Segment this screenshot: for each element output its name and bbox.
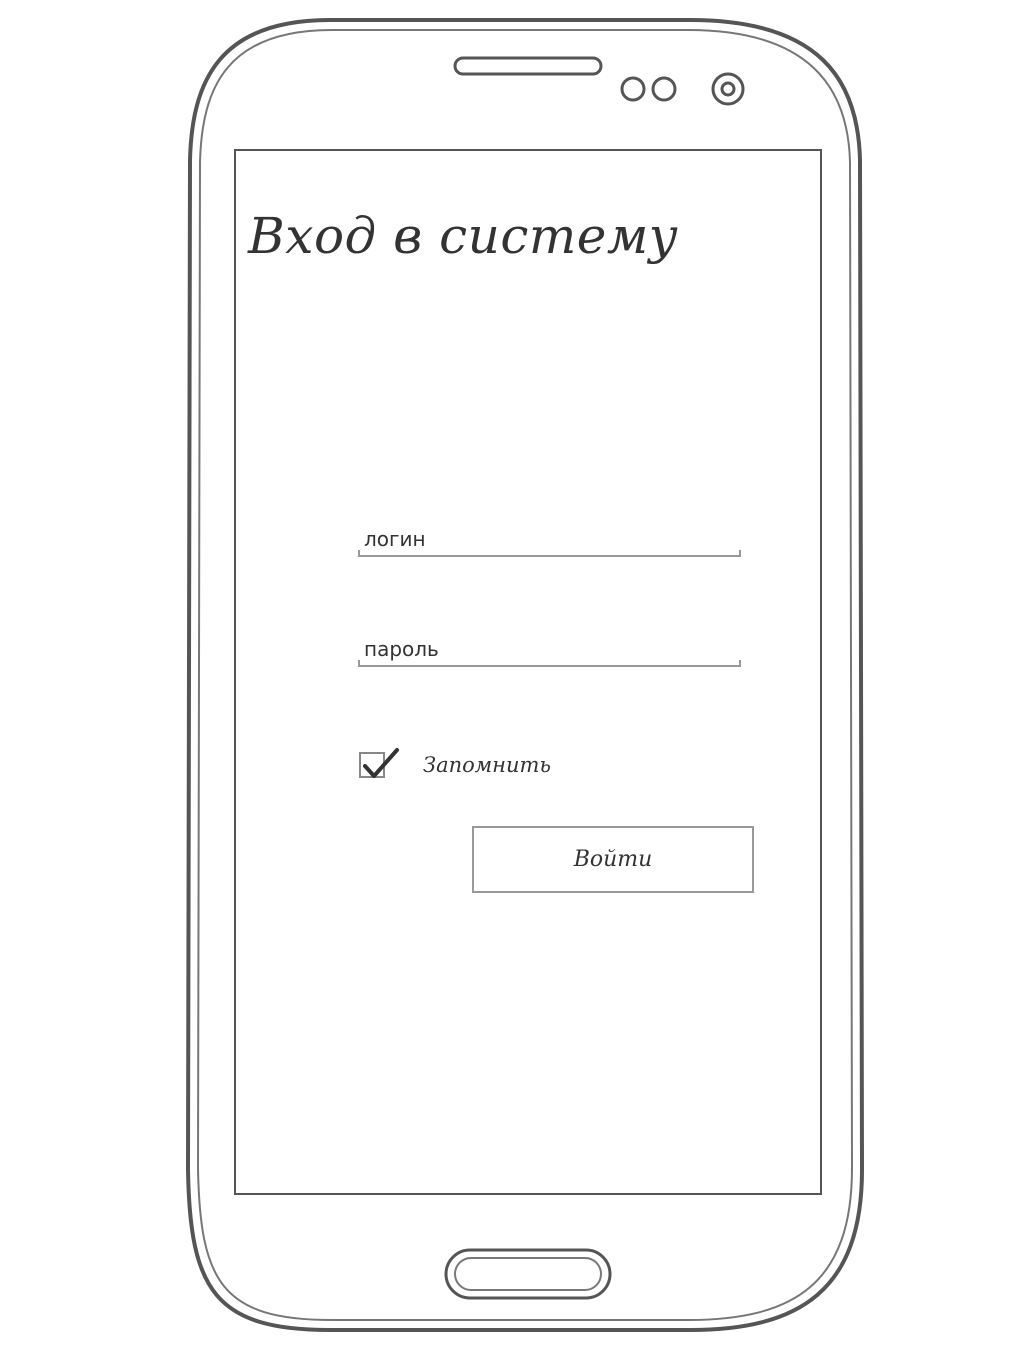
- checkmark-icon: [363, 748, 399, 778]
- remember-me-checkbox-row[interactable]: Запомнить: [359, 747, 551, 783]
- remember-me-checkbox[interactable]: [359, 748, 399, 778]
- login-screen: Вход в систему Запомнить Войти: [234, 149, 822, 1195]
- login-input[interactable]: [358, 523, 741, 557]
- remember-me-label: Запомнить: [423, 753, 551, 777]
- login-input-tick-left: [358, 550, 360, 557]
- login-input-tick-right: [739, 550, 741, 557]
- sensor-dots-icon: [620, 76, 677, 102]
- speaker-slot-icon: [453, 56, 603, 76]
- page-title: Вход в систему: [248, 207, 679, 265]
- home-button-inner: [454, 1257, 602, 1291]
- password-input-tick-right: [739, 660, 741, 667]
- login-button[interactable]: Войти: [472, 826, 754, 893]
- camera-icon: [711, 72, 745, 106]
- password-input[interactable]: [358, 633, 741, 667]
- password-input-tick-left: [358, 660, 360, 667]
